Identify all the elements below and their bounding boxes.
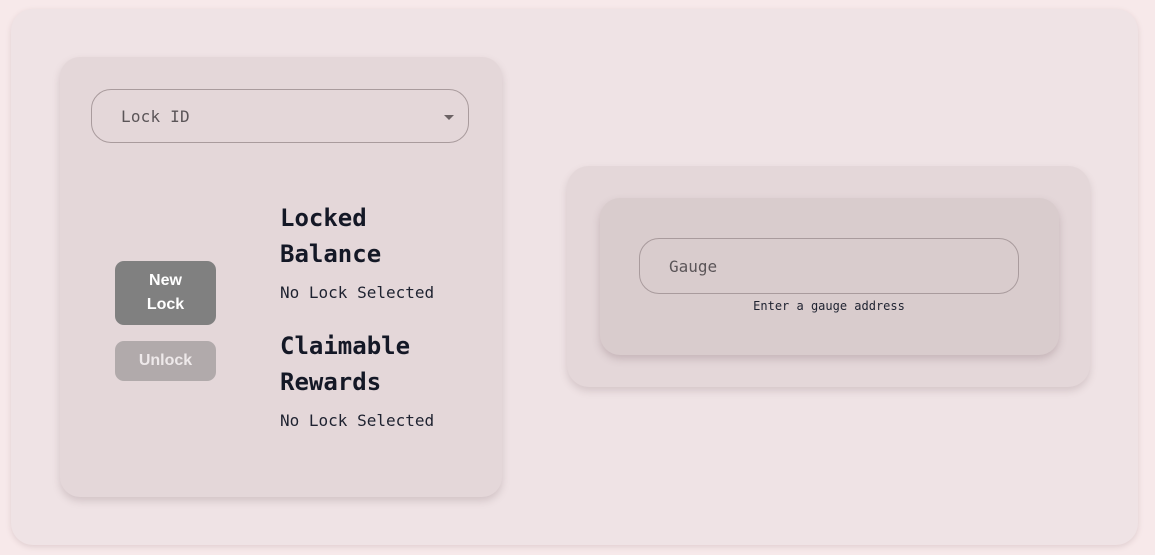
gauge-helper-text: Enter a gauge address <box>753 299 905 313</box>
locked-balance-title: Locked Balance <box>280 204 382 268</box>
locked-balance-value: No Lock Selected <box>280 283 435 302</box>
new-lock-button[interactable]: New Lock <box>115 261 216 325</box>
lock-id-select[interactable]: Lock ID <box>91 89 469 143</box>
new-lock-label: New Lock <box>146 272 185 313</box>
chevron-down-icon <box>444 115 454 120</box>
unlock-label: Unlock <box>138 352 193 369</box>
lock-id-placeholder: Lock ID <box>121 107 190 126</box>
gauge-input[interactable] <box>639 238 1019 294</box>
unlock-button[interactable]: Unlock <box>115 341 216 381</box>
claimable-rewards-title: Claimable Rewards <box>280 332 411 396</box>
claimable-rewards-value: No Lock Selected <box>280 411 435 430</box>
